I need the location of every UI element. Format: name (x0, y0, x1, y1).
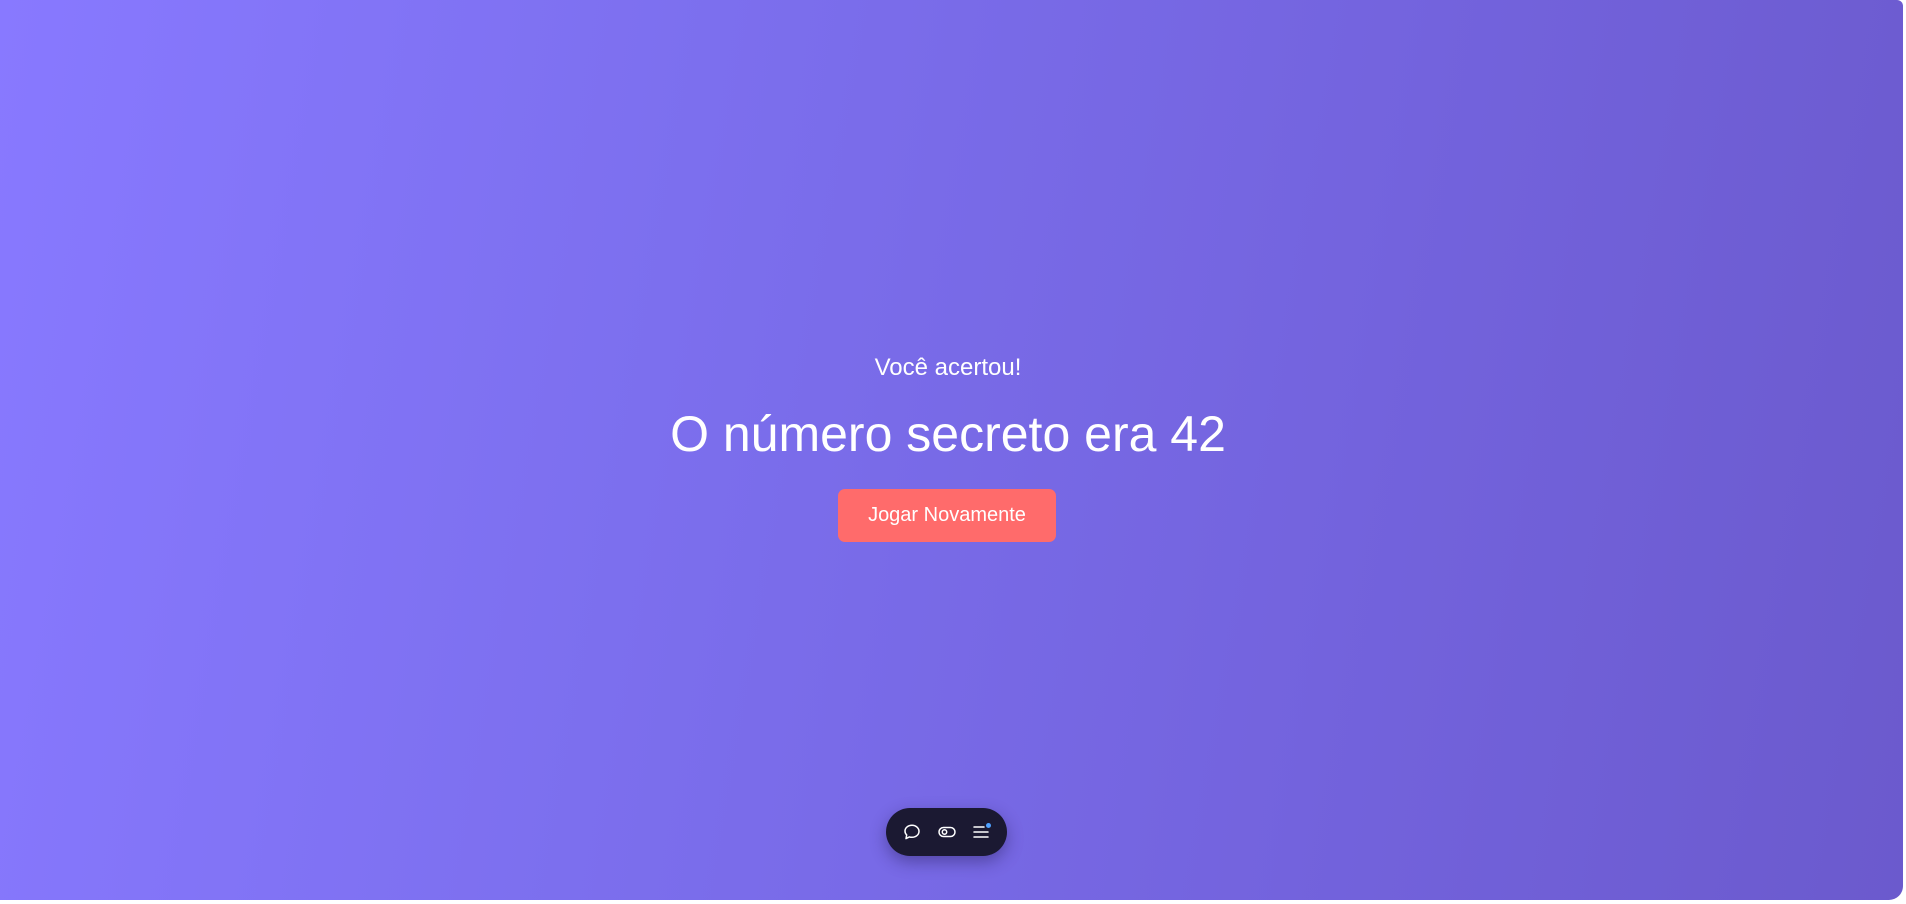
notification-dot (986, 823, 992, 828)
chat-bubble-icon (903, 823, 921, 841)
chat-button[interactable] (897, 817, 927, 847)
secret-number-text: O número secreto era 42 (670, 406, 1226, 462)
play-again-button[interactable]: Jogar Novamente (838, 489, 1056, 542)
toggle-eye-icon (937, 823, 957, 841)
result-screen: Você acertou! O número secreto era 42 Jo… (0, 0, 1896, 900)
app-background: Você acertou! O número secreto era 42 Jo… (0, 0, 1903, 900)
floating-toolbar (886, 808, 1007, 856)
menu-button[interactable] (966, 817, 996, 847)
toggle-button[interactable] (932, 817, 962, 847)
result-message: Você acertou! (874, 354, 1022, 381)
